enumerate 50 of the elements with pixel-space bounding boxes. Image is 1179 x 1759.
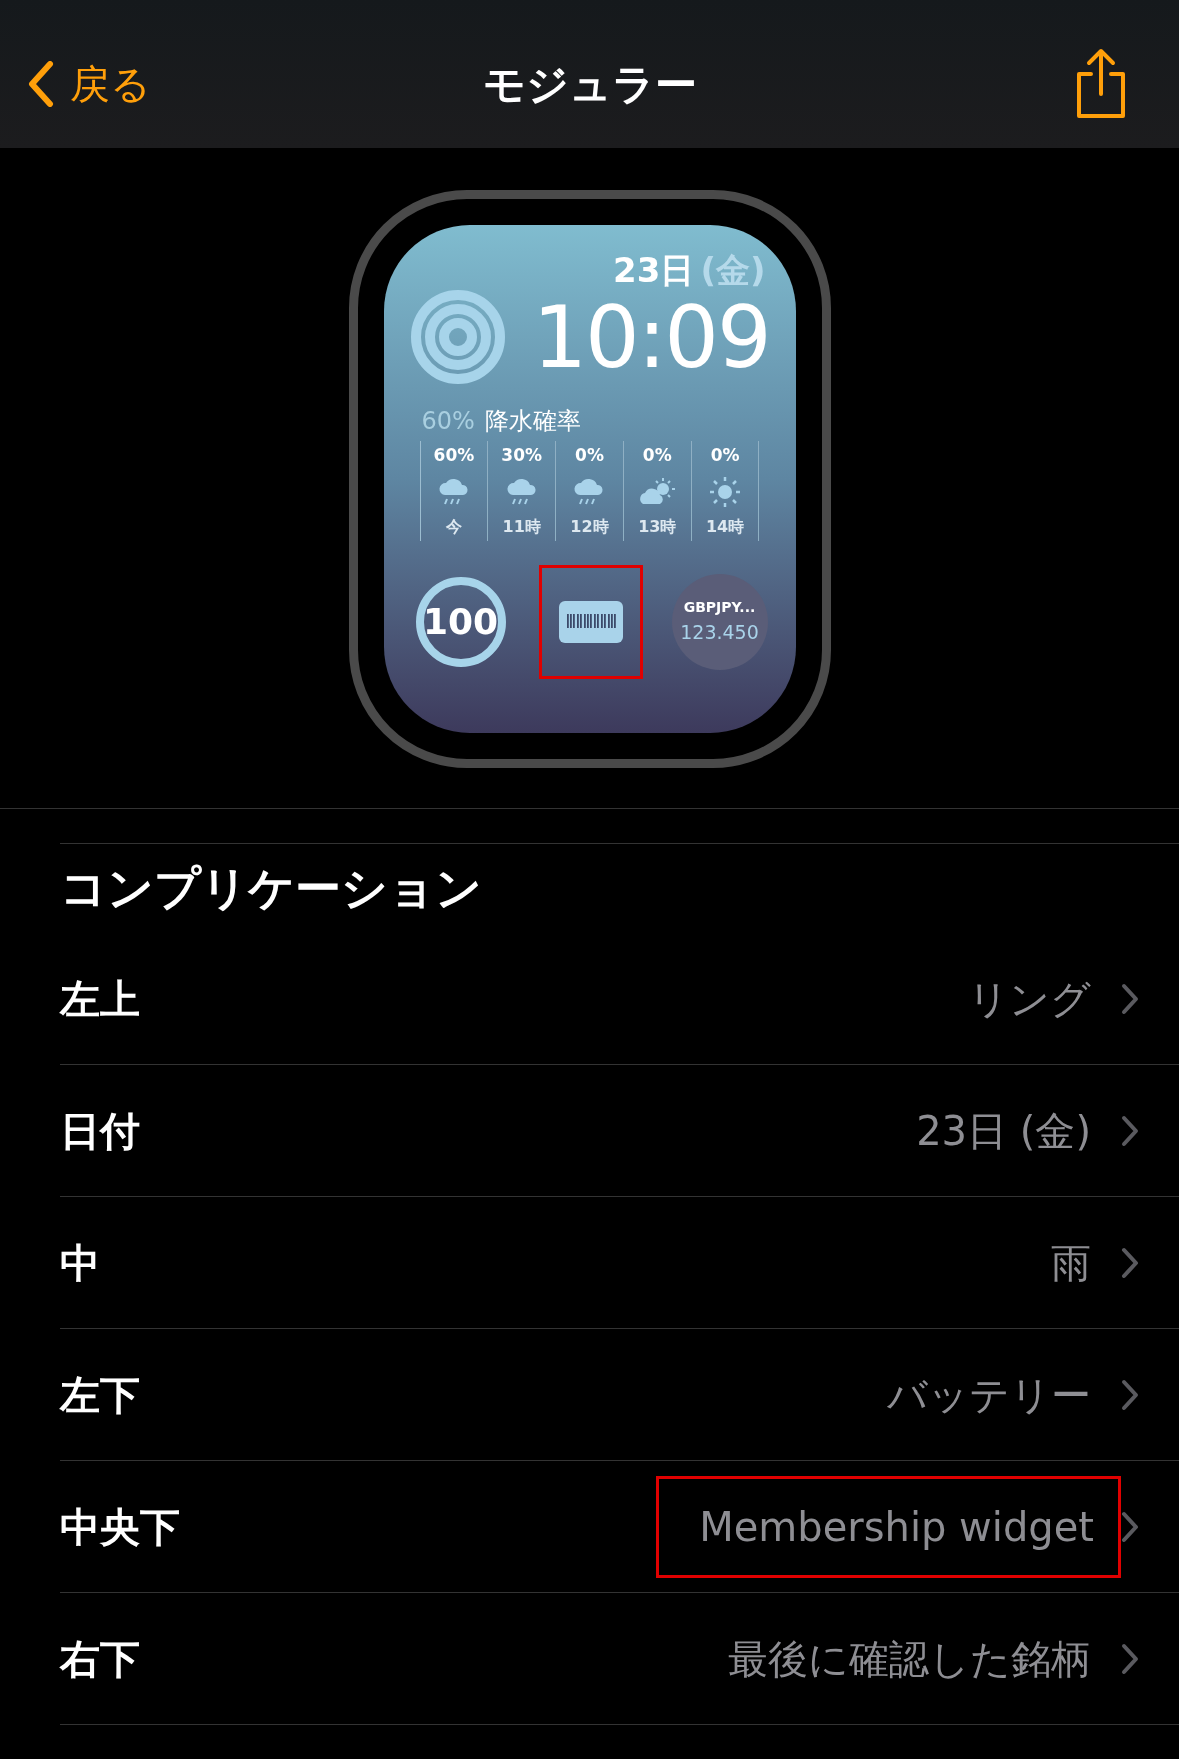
row-label: 左上 — [60, 974, 141, 1024]
row-value: バッテリー — [887, 1370, 1091, 1420]
forecast-hour: 13時 — [638, 515, 677, 538]
row-label: 中 — [60, 1238, 101, 1288]
chevron-right-icon — [1121, 1246, 1139, 1279]
barcode-icon — [558, 600, 623, 643]
battery-value: 100 — [422, 599, 499, 644]
page-title: モジュラー — [482, 58, 697, 111]
partly-sunny-icon — [637, 476, 678, 507]
settings-row[interactable]: 中 雨 — [60, 1197, 1179, 1329]
forecast-percent: 0% — [575, 444, 604, 467]
watch-weekday: (金) — [700, 253, 766, 287]
forecast-hour: 12時 — [570, 515, 609, 538]
settings-row[interactable]: 左上 リング — [60, 933, 1179, 1065]
settings-row[interactable]: 左下 バッテリー — [60, 1329, 1179, 1461]
chevron-right-icon — [1121, 1114, 1139, 1147]
activity-rings-icon — [409, 289, 506, 385]
forecast-percent: 0% — [642, 444, 672, 467]
row-value: リング — [968, 974, 1091, 1024]
forecast-hour: 今 — [445, 515, 462, 538]
forecast-hour: 14時 — [705, 515, 745, 538]
back-button[interactable]: 戻る — [28, 54, 248, 114]
watch-time: 10:09 — [532, 294, 770, 380]
sun-icon — [709, 475, 742, 508]
watch-date: 23日 — [613, 253, 695, 287]
row-value: 23日 (金) — [916, 1106, 1091, 1156]
forecast-percent: 60% — [433, 444, 475, 467]
chevron-right-icon — [1121, 1378, 1139, 1411]
row-label: 日付 — [60, 1106, 141, 1156]
chevron-right-icon — [1121, 1510, 1139, 1543]
settings-row[interactable]: 日付 23日 (金) — [60, 1065, 1179, 1197]
row-value: 雨 — [1051, 1238, 1091, 1288]
stock-symbol: GBPJPY... — [683, 597, 756, 617]
row-value: Membership widget — [656, 1475, 1121, 1578]
forecast-percent: 30% — [501, 444, 543, 467]
precipitation-label: 降水確率 — [484, 406, 581, 437]
settings-row[interactable]: 中央下 Membership widget — [60, 1461, 1179, 1593]
row-label: 中央下 — [60, 1502, 181, 1552]
row-value: 最後に確認した銘柄 — [728, 1634, 1091, 1684]
chevron-right-icon — [1121, 1642, 1139, 1675]
chevron-left-icon — [28, 61, 54, 107]
row-label: 左下 — [60, 1370, 141, 1420]
settings-row[interactable]: 右下 最後に確認した銘柄 — [60, 1593, 1179, 1725]
forecast-hour: 11時 — [502, 515, 541, 538]
stock-price: 123.450 — [680, 619, 759, 645]
precipitation-value: 60% — [421, 406, 475, 437]
section-title: コンプリケーション — [60, 860, 482, 917]
row-label: 右下 — [60, 1634, 141, 1684]
chevron-right-icon — [1121, 982, 1139, 1015]
forecast-percent: 0% — [710, 444, 740, 467]
